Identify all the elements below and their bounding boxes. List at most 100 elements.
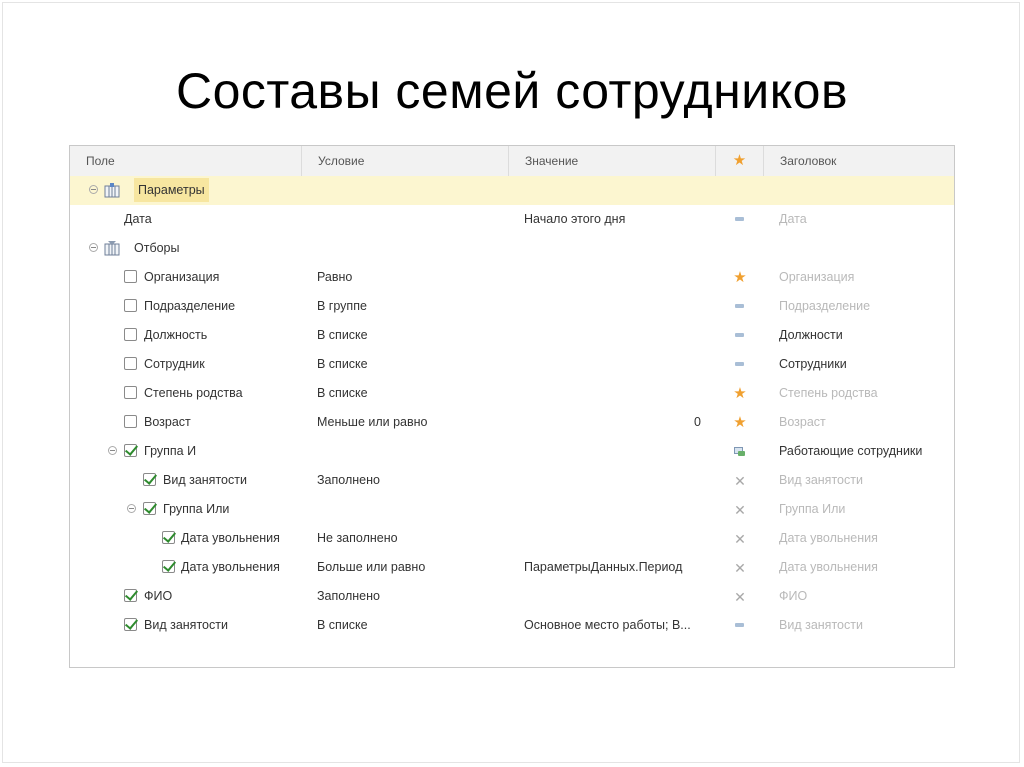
grid-row-employee[interactable]: Сотрудник В списке Сотрудники: [70, 350, 954, 379]
grid-row-kinship[interactable]: Степень родства В списке ★ Степень родст…: [70, 379, 954, 408]
column-header-usage-star-icon[interactable]: ★: [715, 146, 763, 176]
x-icon[interactable]: ✕: [729, 503, 751, 517]
x-icon[interactable]: ✕: [729, 532, 751, 546]
grid-row-field: Подразделение: [144, 299, 236, 313]
grid-row-parameters[interactable]: Параметры: [70, 176, 954, 205]
grid-row-dismissal-date[interactable]: Дата увольнения Не заполнено ✕ Дата увол…: [70, 524, 954, 553]
grid-row-heading[interactable]: Должности: [779, 321, 843, 350]
grid-row-condition[interactable]: В группе: [317, 292, 367, 321]
grid-row-condition[interactable]: В списке: [317, 379, 368, 408]
grid-row-condition[interactable]: Заполнено: [317, 466, 380, 495]
grid-row-value[interactable]: Основное место работы; В...: [524, 611, 691, 640]
grid-row-heading[interactable]: Дата: [779, 205, 807, 234]
star-icon[interactable]: ★: [729, 415, 751, 430]
grid-row-condition[interactable]: В списке: [317, 611, 368, 640]
dash-icon[interactable]: [729, 359, 751, 371]
row-checkbox[interactable]: [124, 270, 137, 283]
grid-row-condition[interactable]: В списке: [317, 321, 368, 350]
grid-row-field: ФИО: [144, 589, 173, 603]
row-checkbox[interactable]: [162, 531, 175, 544]
grid-row-field: Возраст: [144, 415, 191, 429]
grid-row-condition[interactable]: Заполнено: [317, 582, 380, 611]
column-header-field[interactable]: Поле: [70, 146, 301, 176]
grid-row-heading[interactable]: Степень родства: [779, 379, 878, 408]
grid-header: Поле Условие Значение ★ Заголовок: [70, 146, 954, 177]
grid-row-condition[interactable]: Больше или равно: [317, 553, 425, 582]
grid-row-heading[interactable]: Вид занятости: [779, 466, 863, 495]
row-checkbox[interactable]: [124, 415, 137, 428]
column-header-condition[interactable]: Условие: [301, 146, 508, 176]
grid-row-employment-type[interactable]: Вид занятости Заполнено ✕ Вид занятости: [70, 466, 954, 495]
slide-title: Составы семей сотрудников: [175, 63, 849, 119]
grid-row-heading[interactable]: Дата увольнения: [779, 524, 878, 553]
grid-row-value[interactable]: 0: [524, 408, 701, 437]
column-header-heading[interactable]: Заголовок: [763, 146, 954, 176]
filters-icon: [104, 241, 120, 256]
grid-row-department[interactable]: Подразделение В группе Подразделение: [70, 292, 954, 321]
grid-row-condition[interactable]: Равно: [317, 263, 352, 292]
grid-row-heading[interactable]: Сотрудники: [779, 350, 847, 379]
x-icon[interactable]: ✕: [729, 590, 751, 604]
x-icon[interactable]: ✕: [729, 474, 751, 488]
row-checkbox[interactable]: [162, 560, 175, 573]
row-checkbox[interactable]: [124, 328, 137, 341]
parameters-icon: [104, 183, 120, 198]
grid-row-heading[interactable]: Дата увольнения: [779, 553, 878, 582]
grid-row-field: Вид занятости: [144, 618, 228, 632]
grid-row-group-and[interactable]: Группа И Работающие сотрудники: [70, 437, 954, 466]
collapse-icon[interactable]: [108, 446, 117, 455]
row-checkbox[interactable]: [143, 473, 156, 486]
grid-row-heading[interactable]: Подразделение: [779, 292, 870, 321]
grid-row-filters[interactable]: Отборы: [70, 234, 954, 263]
grid-row-heading[interactable]: Работающие сотрудники: [779, 437, 922, 466]
grid-row-field: Сотрудник: [144, 357, 205, 371]
settings-grid[interactable]: Поле Условие Значение ★ Заголовок Параме…: [69, 145, 955, 668]
x-icon[interactable]: ✕: [729, 561, 751, 575]
row-checkbox[interactable]: [124, 589, 137, 602]
grid-row-field: Группа Или: [163, 502, 230, 516]
grid-row-field: Параметры: [134, 178, 209, 202]
collapse-icon[interactable]: [127, 504, 136, 513]
row-checkbox[interactable]: [124, 618, 137, 631]
group-icon[interactable]: [729, 446, 751, 458]
grid-row-dismissal-date-period[interactable]: Дата увольнения Больше или равно Парамет…: [70, 553, 954, 582]
grid-row-value[interactable]: Начало этого дня: [524, 205, 625, 234]
grid-row-heading[interactable]: Вид занятости: [779, 611, 863, 640]
grid-row-condition[interactable]: Меньше или равно: [317, 408, 428, 437]
grid-row-heading[interactable]: ФИО: [779, 582, 807, 611]
grid-row-heading[interactable]: Организация: [779, 263, 854, 292]
grid-row-condition[interactable]: В списке: [317, 350, 368, 379]
star-icon[interactable]: ★: [729, 270, 751, 285]
collapse-icon[interactable]: [89, 185, 98, 194]
grid-row-value[interactable]: ПараметрыДанных.Период: [524, 553, 682, 582]
grid-row-field: Дата: [124, 212, 152, 226]
row-checkbox[interactable]: [143, 502, 156, 515]
row-checkbox[interactable]: [124, 444, 137, 457]
grid-row-age[interactable]: Возраст Меньше или равно 0 ★ Возраст: [70, 408, 954, 437]
grid-row-employment-type-list[interactable]: Вид занятости В списке Основное место ра…: [70, 611, 954, 640]
dash-icon[interactable]: [729, 214, 751, 226]
grid-row-heading[interactable]: Группа Или: [779, 495, 845, 524]
star-icon[interactable]: ★: [729, 386, 751, 401]
row-checkbox[interactable]: [124, 357, 137, 370]
row-checkbox[interactable]: [124, 299, 137, 312]
grid-row-field: Дата увольнения: [181, 531, 280, 545]
grid-row-date[interactable]: Дата Начало этого дня Дата: [70, 205, 954, 234]
grid-row-field: Дата увольнения: [181, 560, 280, 574]
grid-row-field: Степень родства: [144, 386, 243, 400]
dash-icon[interactable]: [729, 330, 751, 342]
grid-row-field: Группа И: [144, 444, 197, 458]
grid-row-heading[interactable]: Возраст: [779, 408, 826, 437]
grid-row-condition[interactable]: Не заполнено: [317, 524, 398, 553]
collapse-icon[interactable]: [89, 243, 98, 252]
grid-row-field: Отборы: [134, 241, 180, 255]
dash-icon[interactable]: [729, 620, 751, 632]
grid-row-field: Вид занятости: [163, 473, 247, 487]
grid-row-position[interactable]: Должность В списке Должности: [70, 321, 954, 350]
dash-icon[interactable]: [729, 301, 751, 313]
column-header-value[interactable]: Значение: [508, 146, 715, 176]
grid-row-organization[interactable]: Организация Равно ★ Организация: [70, 263, 954, 292]
grid-row-full-name[interactable]: ФИО Заполнено ✕ ФИО: [70, 582, 954, 611]
grid-row-group-or[interactable]: Группа Или ✕ Группа Или: [70, 495, 954, 524]
row-checkbox[interactable]: [124, 386, 137, 399]
